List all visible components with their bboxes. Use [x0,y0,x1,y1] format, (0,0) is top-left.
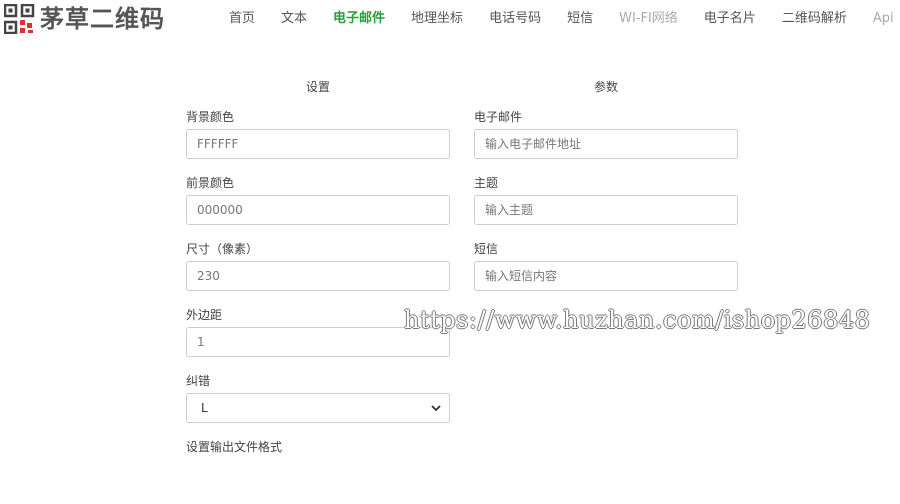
error-correction-label: 纠错 [186,374,211,388]
nav-item-text[interactable]: 文本 [281,10,307,28]
watermark-text: https://www.huzhan.com/ishop26848 [404,306,871,334]
foreground-color-input[interactable] [186,195,450,225]
subject-input[interactable] [474,195,738,225]
logo[interactable]: 茅草二维码 [4,4,165,34]
size-label: 尺寸（像素） [186,242,259,256]
settings-panel: 设置 背景颜色 前景颜色 尺寸（像素） 外边距 纠错 L 设置输出文件格式 [186,78,450,504]
params-title: 参数 [593,80,618,94]
chevron-down-icon [431,405,441,412]
error-correction-value: L [201,401,208,415]
background-color-field: 背景颜色 [186,108,450,174]
brand-name: 茅草二维码 [40,5,165,33]
foreground-color-label: 前景颜色 [186,176,235,190]
main-nav: 首页 文本 电子邮件 地理坐标 电话号码 短信 WI-FI网络 电子名片 二维码… [229,10,900,28]
background-color-input[interactable] [186,129,450,159]
nav-item-vcard[interactable]: 电子名片 [704,10,756,28]
subject-field: 主题 [474,174,738,240]
email-label: 电子邮件 [474,110,523,124]
navbar: 茅草二维码 首页 文本 电子邮件 地理坐标 电话号码 短信 WI-FI网络 电子… [0,0,900,38]
message-label: 短信 [474,242,499,256]
subject-label: 主题 [474,176,499,190]
error-correction-select[interactable]: L [186,393,450,423]
message-input[interactable] [474,261,738,291]
error-correction-field: 纠错 L [186,372,450,438]
foreground-color-field: 前景颜色 [186,174,450,240]
nav-item-decode[interactable]: 二维码解析 [782,10,847,28]
nav-item-api[interactable]: Api [873,10,894,28]
size-input[interactable] [186,261,450,291]
background-color-label: 背景颜色 [186,110,235,124]
nav-item-geo[interactable]: 地理坐标 [411,10,463,28]
size-field: 尺寸（像素） [186,240,450,306]
nav-item-wifi[interactable]: WI-FI网络 [619,10,678,28]
nav-item-sms[interactable]: 短信 [567,10,593,28]
nav-item-home[interactable]: 首页 [229,10,255,28]
email-field: 电子邮件 [474,108,738,174]
email-input[interactable] [474,129,738,159]
qr-logo-icon [4,4,35,34]
nav-item-email[interactable]: 电子邮件 [333,10,385,28]
settings-title: 设置 [305,80,330,94]
params-panel: 参数 电子邮件 主题 短信 [474,78,738,306]
nav-item-phone[interactable]: 电话号码 [489,10,541,28]
output-format-field: 设置输出文件格式 [186,438,450,504]
message-field: 短信 [474,240,738,306]
output-format-label: 设置输出文件格式 [186,440,283,454]
